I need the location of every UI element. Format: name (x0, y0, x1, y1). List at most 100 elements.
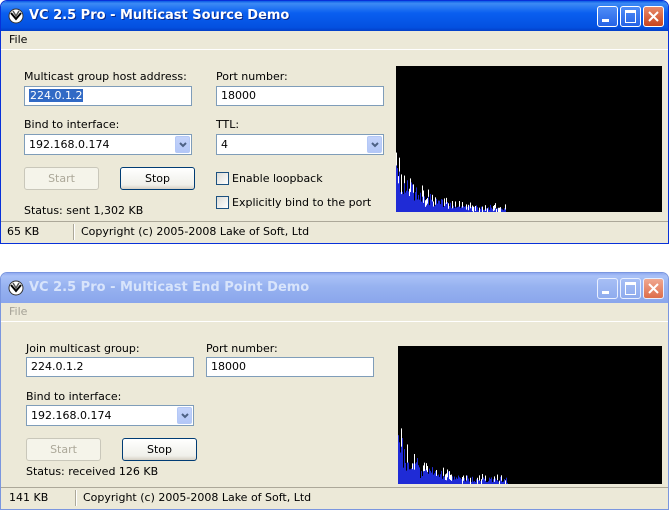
status-text: Status: received 126 KB (26, 465, 159, 478)
spectrum-bar (460, 208, 461, 212)
spectrum-bar (501, 208, 502, 212)
spectrum-bar (416, 187, 417, 212)
close-icon[interactable] (643, 278, 664, 299)
endpoint-window: VC 2.5 Pro - Multicast End Point Demo Fi… (0, 272, 669, 510)
spectrum-bar (438, 474, 439, 484)
spectrum-bar (490, 478, 491, 484)
port-number-input[interactable]: 18000 (216, 86, 384, 106)
spectrum-bar (474, 480, 475, 484)
spectrum-bar (411, 468, 412, 484)
spectrum-peak (470, 477, 471, 484)
spectrum-bar (403, 194, 404, 212)
spectrum-peak (447, 469, 448, 478)
port-number-input[interactable]: 18000 (206, 357, 374, 377)
start-button[interactable]: Start (26, 438, 101, 461)
spectrum-bar (464, 477, 465, 484)
enable-loopback-checkbox[interactable] (216, 172, 229, 185)
spectrum-bar (406, 470, 407, 484)
spectrum-peak (500, 207, 501, 212)
spectrum-peak (452, 201, 453, 209)
menu-file[interactable]: File (9, 305, 27, 318)
stop-button[interactable]: Stop (120, 167, 195, 190)
spectrum-bar (396, 162, 397, 212)
spectrum-bar (480, 209, 481, 212)
explicit-bind-label[interactable]: Explicitly bind to the port (232, 196, 371, 209)
source-titlebar[interactable]: VC 2.5 Pro - Multicast Source Demo (1, 1, 668, 31)
menu-file[interactable]: File (9, 33, 27, 46)
spectrum-peak (401, 428, 402, 447)
spectrum-peak (426, 199, 427, 206)
stop-button[interactable]: Stop (122, 438, 197, 461)
spectrum-bar (507, 482, 508, 484)
port-number-label: Port number: (216, 70, 288, 83)
spectrum-peak (423, 190, 424, 203)
maximize-icon[interactable] (620, 6, 641, 27)
enable-loopback-label[interactable]: Enable loopback (232, 172, 323, 185)
ttl-label: TTL: (216, 118, 240, 131)
spectrum-peak (396, 152, 397, 166)
spectrum-bar (483, 477, 484, 484)
spectrum-peak (409, 188, 410, 197)
spectrum-peak (473, 206, 474, 212)
spectrum-bar (460, 477, 461, 484)
spectrum-bar (498, 481, 499, 484)
spectrum-bar (429, 205, 430, 212)
spectrum-bar (420, 478, 421, 484)
spectrum-peak (485, 475, 486, 481)
spectrum-bar (407, 459, 408, 484)
join-group-input[interactable]: 224.0.1.2 (26, 357, 194, 377)
spectrum-bar (488, 207, 489, 212)
spectrum-peak (494, 205, 495, 211)
spectrum-bar (398, 180, 399, 212)
spectrum-peak (466, 204, 467, 210)
chevron-down-icon[interactable] (177, 407, 192, 424)
explicit-bind-checkbox[interactable] (216, 196, 229, 209)
spectrum-peak (412, 463, 413, 470)
spectrum-bar (409, 469, 410, 484)
spectrum-bar (480, 481, 481, 484)
ttl-select[interactable]: 4 (216, 134, 384, 155)
bind-interface-select[interactable]: 192.168.0.174 (26, 405, 194, 426)
menubar: File (1, 303, 668, 322)
spectrum-bar (475, 482, 476, 484)
spectrum-peak (462, 476, 463, 484)
spectrum-bar (401, 191, 402, 212)
chevron-down-icon[interactable] (175, 136, 190, 153)
bind-interface-value: 192.168.0.174 (31, 409, 112, 422)
statusbar-separator (75, 490, 76, 506)
close-icon[interactable] (643, 6, 664, 27)
spectrum-peak (435, 197, 436, 205)
window-title: VC 2.5 Pro - Multicast Source Demo (29, 8, 290, 23)
spectrum-bar (464, 206, 465, 212)
spectrum-peak (505, 204, 506, 210)
endpoint-titlebar[interactable]: VC 2.5 Pro - Multicast End Point Demo (1, 273, 668, 303)
spectrum-bar (450, 202, 451, 212)
spectrum-peak (427, 465, 428, 473)
spectrum-bar (474, 206, 475, 212)
chevron-down-icon[interactable] (367, 136, 382, 153)
minimize-icon[interactable] (597, 278, 618, 299)
spectrum-bar (469, 205, 470, 212)
spectrum-bar (457, 478, 458, 484)
spectrum-peak (432, 194, 433, 202)
spectrum-bar (435, 470, 436, 484)
minimize-icon[interactable] (597, 6, 618, 27)
spectrum-peak (485, 205, 486, 211)
spectrum-peak (468, 204, 469, 211)
maximize-icon[interactable] (620, 278, 641, 299)
spectrum-peak (428, 189, 429, 197)
status-text: Status: sent 1,302 KB (24, 204, 144, 217)
spectrum-bar (484, 209, 485, 212)
start-button[interactable]: Start (24, 167, 99, 190)
bind-interface-select[interactable]: 192.168.0.174 (24, 134, 192, 155)
spectrum-bar (421, 471, 422, 484)
spectrum-bar (484, 478, 485, 484)
spectrum-bar (407, 180, 408, 212)
app-icon (8, 280, 24, 296)
statusbar-bytes: 141 KB (9, 491, 49, 504)
spectrum-bar (461, 479, 462, 484)
spectrum-peak (482, 473, 483, 480)
spectrum-bar (402, 438, 403, 484)
spectrum-bar (492, 208, 493, 212)
host-address-input[interactable]: 224.0.1.2 (24, 86, 192, 106)
